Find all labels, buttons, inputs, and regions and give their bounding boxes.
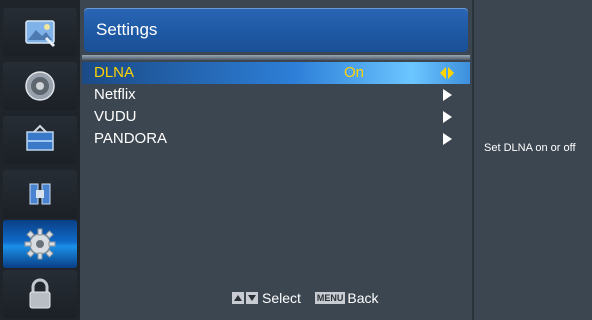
chevron-right-icon bbox=[443, 89, 452, 101]
help-text: Set DLNA on or off bbox=[484, 142, 576, 154]
down-arrow-icon bbox=[246, 292, 258, 304]
menu-key-icon: MENU bbox=[314, 292, 346, 304]
panel-header: Settings bbox=[84, 8, 468, 52]
up-arrow-icon bbox=[232, 292, 244, 304]
sidebar-item-parental[interactable] bbox=[3, 170, 77, 218]
menu-item-label: PANDORA bbox=[94, 130, 168, 147]
page-title: Settings bbox=[96, 20, 158, 39]
sidebar-item-settings[interactable] bbox=[3, 220, 77, 268]
header-divider bbox=[82, 55, 470, 60]
menu-item-dlna[interactable]: DLNA On bbox=[82, 62, 470, 84]
left-right-arrow-icon[interactable] bbox=[440, 66, 454, 80]
menu-item-label: VUDU bbox=[94, 108, 137, 125]
sidebar-item-channel[interactable] bbox=[3, 116, 77, 164]
back-hint-label: Back bbox=[347, 290, 379, 306]
menu-item-label: DLNA bbox=[94, 64, 135, 81]
help-panel: Set DLNA on or off bbox=[472, 0, 592, 320]
lock-shield-icon bbox=[29, 183, 51, 205]
picture-icon bbox=[25, 20, 56, 48]
channel-icon bbox=[26, 124, 54, 151]
menu-item-netflix[interactable]: Netflix bbox=[82, 84, 470, 106]
chevron-right-icon bbox=[443, 133, 452, 145]
select-hint-label: Select bbox=[262, 290, 301, 306]
settings-menu: DLNA On Netflix VUDU PANDORA bbox=[82, 62, 470, 150]
gear-icon bbox=[24, 228, 56, 260]
sidebar-item-picture[interactable] bbox=[3, 8, 77, 56]
menu-item-pandora[interactable]: PANDORA bbox=[82, 128, 470, 150]
button-hints: Select MENU Back bbox=[232, 290, 379, 306]
settings-panel: Settings DLNA On Netflix VUDU PANDORA Se… bbox=[82, 0, 470, 320]
category-sidebar bbox=[0, 0, 80, 320]
speaker-icon bbox=[25, 71, 55, 101]
sidebar-item-audio[interactable] bbox=[3, 62, 77, 110]
sidebar-item-lock[interactable] bbox=[3, 270, 77, 318]
menu-item-value: On bbox=[344, 64, 365, 81]
menu-item-label: Netflix bbox=[94, 86, 136, 103]
chevron-right-icon bbox=[443, 111, 452, 123]
lock-icon bbox=[29, 278, 51, 309]
menu-item-vudu[interactable]: VUDU bbox=[82, 106, 470, 128]
